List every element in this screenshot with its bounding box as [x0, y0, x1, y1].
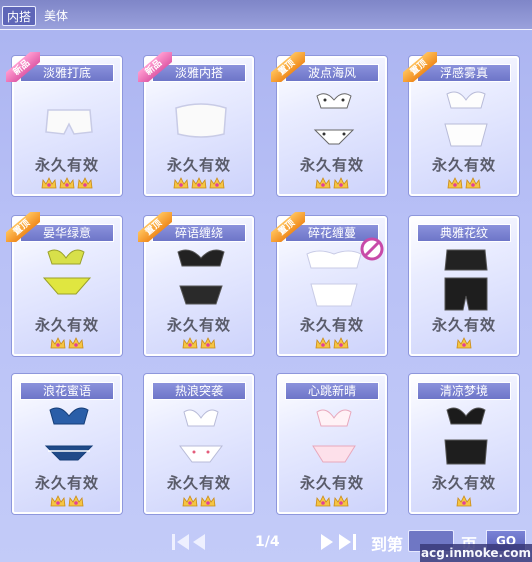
outfit-image	[177, 249, 225, 305]
crown-rating	[146, 337, 252, 351]
item-name: 热浪突袭	[152, 382, 246, 400]
outfit-image	[42, 249, 92, 295]
crown-icon	[50, 495, 66, 507]
item-name: 浮感雾真	[417, 64, 511, 82]
crown-rating	[14, 495, 120, 509]
item-name: 浪花蜜语	[20, 382, 114, 400]
crown-rating	[411, 337, 517, 351]
item-card[interactable]: 晏华绿意 永久有效 置顶	[6, 212, 122, 356]
crown-icon	[191, 177, 207, 189]
crown-icon	[333, 177, 349, 189]
validity-text: 永久有效	[431, 316, 496, 334]
validity-text: 永久有效	[431, 474, 496, 492]
crown-icon	[41, 177, 57, 189]
forbidden-icon	[360, 237, 384, 261]
tab-body[interactable]: 美体	[40, 6, 72, 26]
watermark: acg.inmoke.com	[420, 544, 532, 562]
item-name: 碎语缠绕	[152, 224, 246, 242]
outfit-image	[444, 249, 488, 311]
crown-icon	[200, 337, 216, 349]
validity-text: 永久有效	[34, 316, 99, 334]
item-card[interactable]: 波点海风 永久有效 置顶	[271, 52, 387, 196]
crown-icon	[315, 495, 331, 507]
next-last-page-icon[interactable]	[319, 533, 361, 551]
validity-text: 永久有效	[431, 156, 496, 174]
crown-icon	[333, 495, 349, 507]
item-card[interactable]: 碎花缠蔓 永久有效 置顶	[271, 212, 387, 356]
validity-text: 永久有效	[166, 316, 231, 334]
validity-text: 永久有效	[299, 474, 364, 492]
crown-rating	[411, 177, 517, 191]
crown-icon	[333, 337, 349, 349]
item-card[interactable]: 心跳新晴 永久有效	[277, 374, 387, 514]
crown-icon	[182, 337, 198, 349]
item-card[interactable]: 浮感雾真 永久有效 置顶	[403, 52, 519, 196]
item-card[interactable]: 淡雅内搭 永久有效 新品	[138, 52, 254, 196]
validity-text: 永久有效	[166, 156, 231, 174]
crown-rating	[146, 495, 252, 509]
crown-icon	[209, 177, 225, 189]
crown-icon	[77, 177, 93, 189]
validity-text: 永久有效	[34, 474, 99, 492]
crown-icon	[456, 495, 472, 507]
crown-rating	[14, 177, 120, 191]
crown-icon	[50, 337, 66, 349]
crown-icon	[456, 337, 472, 349]
item-card[interactable]: 浪花蜜语 永久有效	[12, 374, 122, 514]
crown-icon	[173, 177, 189, 189]
crown-icon	[182, 495, 198, 507]
validity-text: 永久有效	[34, 156, 99, 174]
validity-text: 永久有效	[299, 156, 364, 174]
item-card[interactable]: 淡雅打底 永久有效 新品	[6, 52, 122, 196]
crown-icon	[68, 495, 84, 507]
crown-rating	[411, 495, 517, 509]
item-name: 典雅花纹	[417, 224, 511, 242]
tab-bar: 内搭 美体	[0, 0, 532, 30]
outfit-image	[44, 407, 94, 461]
crown-icon	[59, 177, 75, 189]
crown-rating	[279, 337, 385, 351]
crown-icon	[68, 337, 84, 349]
item-name: 淡雅内搭	[152, 64, 246, 82]
crown-rating	[14, 337, 120, 351]
item-name: 清凉梦境	[417, 382, 511, 400]
item-name: 淡雅打底	[20, 64, 114, 82]
crown-icon	[315, 177, 331, 189]
outfit-image	[175, 103, 227, 138]
crown-icon	[200, 495, 216, 507]
outfit-image	[312, 409, 356, 463]
item-card[interactable]: 碎语缠绕 永久有效 置顶	[138, 212, 254, 356]
crown-icon	[465, 177, 481, 189]
goto-label: 到第	[371, 535, 404, 554]
tab-inner[interactable]: 内搭	[2, 6, 37, 26]
item-name: 心跳新晴	[285, 382, 379, 400]
item-card[interactable]: 热浪突袭 永久有效	[144, 374, 254, 514]
outfit-image	[444, 407, 488, 465]
validity-text: 永久有效	[166, 474, 231, 492]
crown-rating	[146, 177, 252, 191]
first-page-icon[interactable]	[172, 533, 214, 551]
outfit-image	[45, 109, 93, 135]
item-card[interactable]: 典雅花纹 永久有效	[409, 216, 519, 356]
page-indicator: 1/4	[255, 534, 280, 550]
item-name: 晏华绿意	[20, 224, 114, 242]
item-name: 波点海风	[285, 64, 379, 82]
outfit-image	[444, 91, 488, 147]
crown-icon	[447, 177, 463, 189]
crown-icon	[315, 337, 331, 349]
item-card[interactable]: 清凉梦境 永久有效	[409, 374, 519, 514]
outfit-image	[179, 409, 223, 463]
validity-text: 永久有效	[299, 316, 364, 334]
crown-rating	[279, 177, 385, 191]
outfit-image	[313, 93, 355, 145]
crown-rating	[279, 495, 385, 509]
